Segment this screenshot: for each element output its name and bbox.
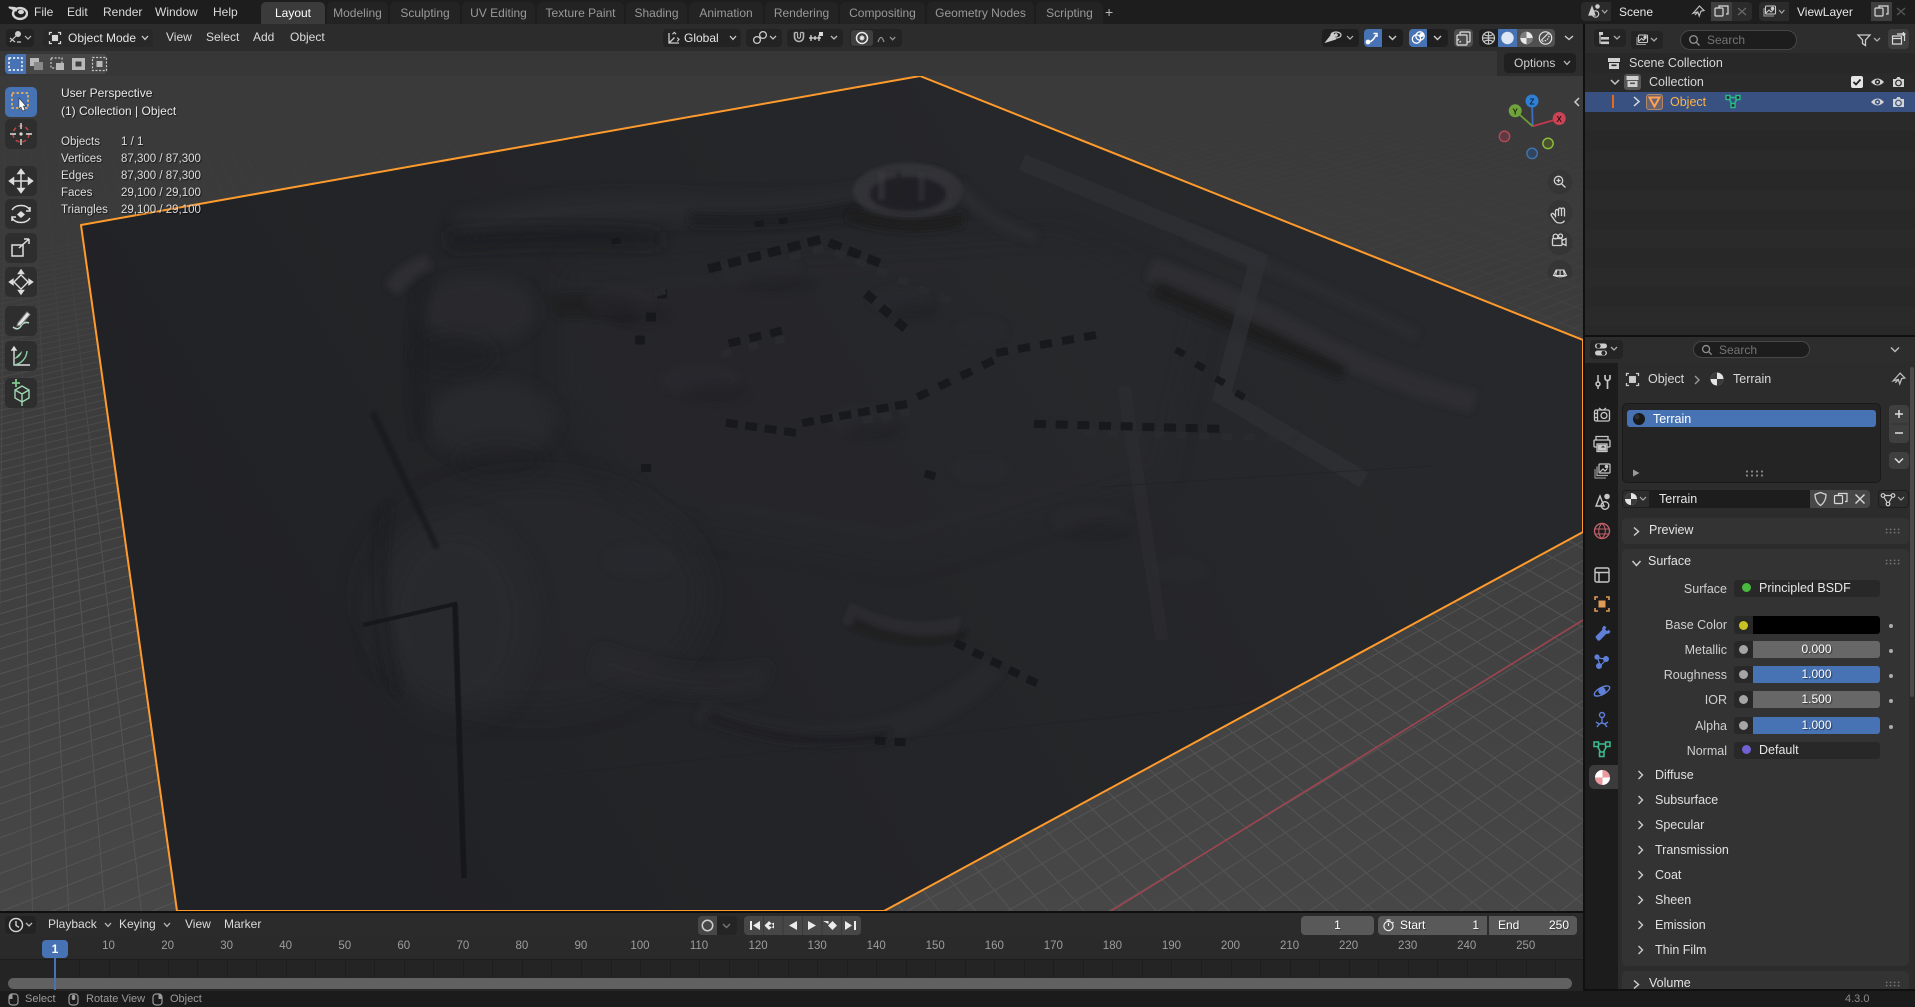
svg-text:Z: Z bbox=[1530, 98, 1535, 107]
svg-text:Y: Y bbox=[1513, 107, 1519, 116]
svg-text:X: X bbox=[1557, 115, 1563, 124]
